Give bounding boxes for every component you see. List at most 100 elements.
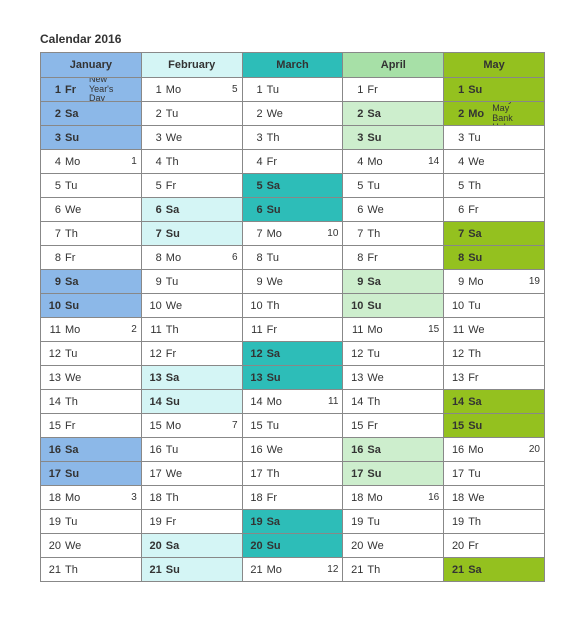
day-number: 1 (247, 84, 263, 96)
day-number: 17 (45, 468, 61, 480)
day-weekday: Th (267, 132, 287, 144)
day-weekday: Th (468, 180, 488, 192)
month-header: February (142, 53, 242, 78)
day-weekday: Su (65, 132, 85, 144)
day-row: 2We (243, 102, 343, 126)
day-row: 13 Sa (142, 366, 242, 390)
day-weekday: Su (367, 300, 387, 312)
page-title: Calendar 2016 (40, 32, 545, 46)
day-number: 5 (146, 180, 162, 192)
day-number: 19 (347, 516, 363, 528)
day-number: 2 (45, 108, 61, 120)
day-row: 16Mo20 (444, 438, 544, 462)
day-weekday: Th (468, 348, 488, 360)
day-weekday: We (65, 372, 85, 384)
day-weekday: Sa (267, 180, 287, 192)
day-weekday: Tu (65, 180, 85, 192)
day-number: 19 (146, 516, 162, 528)
day-weekday: Th (65, 564, 85, 576)
day-weekday: Tu (468, 132, 488, 144)
day-row: 19Th (444, 510, 544, 534)
week-number: 2 (123, 324, 137, 335)
day-weekday: Tu (166, 444, 186, 456)
day-row: 18We (444, 486, 544, 510)
day-row: 1Mo5 (142, 78, 242, 102)
day-weekday: Sa (166, 204, 186, 216)
day-number: 13 (146, 372, 162, 384)
day-weekday: Sa (65, 444, 85, 456)
day-number: 13 (45, 372, 61, 384)
day-weekday: Sa (166, 540, 186, 552)
day-number: 3 (448, 132, 464, 144)
day-row: 6We (343, 198, 443, 222)
day-weekday: Tu (65, 348, 85, 360)
day-weekday: Tu (267, 420, 287, 432)
day-number: 20 (247, 540, 263, 552)
day-weekday: Fr (367, 252, 387, 264)
day-row: 9Tu (142, 270, 242, 294)
day-number: 18 (45, 492, 61, 504)
day-row: 7Su (142, 222, 242, 246)
day-number: 8 (45, 252, 61, 264)
day-number: 2 (146, 108, 162, 120)
day-row: 10Su (343, 294, 443, 318)
day-number: 15 (146, 420, 162, 432)
day-number: 20 (448, 540, 464, 552)
day-row: 8Fr (41, 246, 141, 270)
day-row: 20Su (243, 534, 343, 558)
day-number: 6 (448, 204, 464, 216)
day-row: 21Th (41, 558, 141, 582)
day-row: 14Th (41, 390, 141, 414)
day-row: 11We (444, 318, 544, 342)
day-number: 5 (45, 180, 61, 192)
week-number: 14 (425, 156, 439, 167)
day-row: 14Mo11 (243, 390, 343, 414)
day-number: 21 (347, 564, 363, 576)
day-weekday: Fr (166, 180, 186, 192)
day-row: 3 Tu (444, 126, 544, 150)
week-number: 3 (123, 492, 137, 503)
day-number: 1 (347, 84, 363, 96)
day-row: 6Su (243, 198, 343, 222)
day-row: 7Mo10 (243, 222, 343, 246)
day-row: 9Mo19 (444, 270, 544, 294)
day-row: 4Mo1 (41, 150, 141, 174)
day-row: 3We (142, 126, 242, 150)
day-number: 14 (247, 396, 263, 408)
day-weekday: Sa (166, 372, 186, 384)
day-row: 18Th (142, 486, 242, 510)
day-number: 9 (146, 276, 162, 288)
week-number: 10 (324, 228, 338, 239)
day-weekday: We (267, 276, 287, 288)
day-weekday: We (367, 372, 387, 384)
day-row: 16Sa (343, 438, 443, 462)
day-row: 19Tu (41, 510, 141, 534)
day-row: 8Mo6 (142, 246, 242, 270)
day-weekday: Th (166, 156, 186, 168)
day-row: 21Su (142, 558, 242, 582)
day-row: 13 We (41, 366, 141, 390)
day-number: 7 (45, 228, 61, 240)
day-weekday: Su (267, 372, 287, 384)
day-row: 6Fr (444, 198, 544, 222)
day-weekday: We (468, 492, 488, 504)
day-row: 21Sa (444, 558, 544, 582)
day-weekday: Mo (166, 420, 186, 432)
day-row: 4We (444, 150, 544, 174)
week-number: 6 (224, 252, 238, 263)
day-weekday: Th (468, 516, 488, 528)
day-weekday: Th (267, 300, 287, 312)
day-row: 20Sa (142, 534, 242, 558)
day-weekday: Su (468, 420, 488, 432)
day-weekday: We (267, 108, 287, 120)
day-number: 11 (347, 324, 363, 336)
day-row: 15Mo7 (142, 414, 242, 438)
day-number: 8 (247, 252, 263, 264)
day-weekday: Su (65, 300, 85, 312)
day-row: 15Su (444, 414, 544, 438)
day-number: 16 (45, 444, 61, 456)
day-number: 1 (146, 84, 162, 96)
day-weekday: Mo (166, 84, 186, 96)
day-row: 5 Fr (142, 174, 242, 198)
day-row: 2Sa (41, 102, 141, 126)
